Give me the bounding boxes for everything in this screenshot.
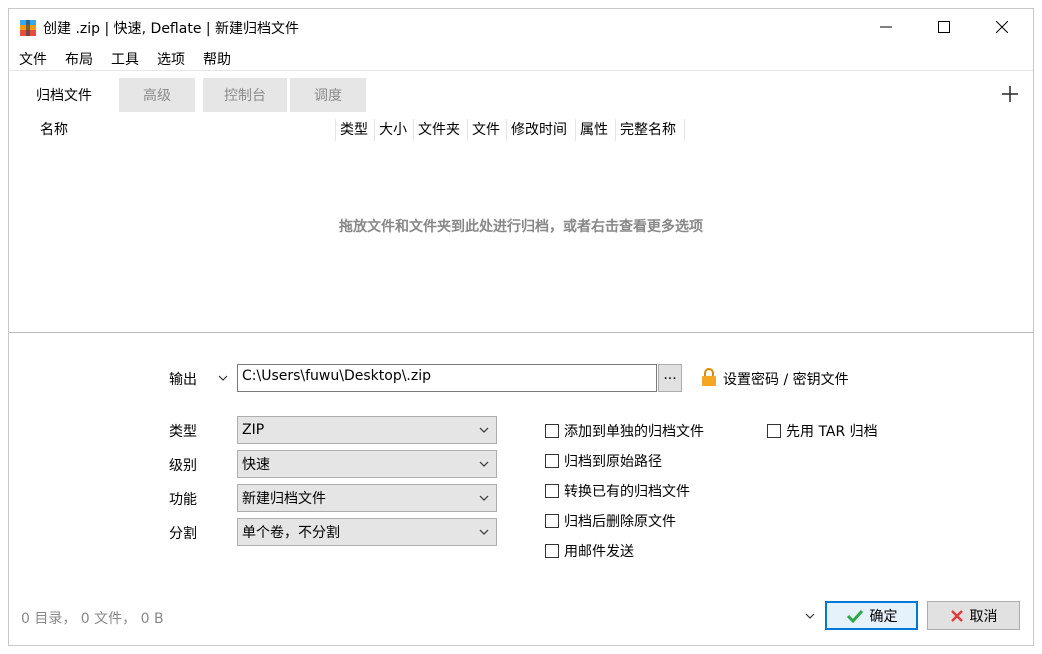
- checkbox-email[interactable]: 用邮件发送: [545, 541, 634, 561]
- checkbox-box[interactable]: [545, 424, 559, 438]
- chevron-down-icon: [479, 529, 489, 535]
- output-label: 输出: [169, 372, 197, 388]
- checkbox-label: 先用 TAR 归档: [786, 424, 878, 440]
- output-path-field[interactable]: C:\Users\fuwu\Desktop\.zip: [237, 364, 657, 392]
- tab-advanced[interactable]: 高级: [119, 78, 195, 112]
- chevron-down-icon: [479, 427, 489, 433]
- col-divider[interactable]: [467, 119, 468, 141]
- checkbox-label: 归档后删除原文件: [564, 514, 676, 530]
- menu-tools[interactable]: 工具: [101, 47, 147, 71]
- add-tab-icon[interactable]: [1000, 84, 1020, 104]
- maximize-icon: [938, 21, 950, 33]
- password-link[interactable]: 设置密码 / 密钥文件: [723, 369, 849, 389]
- checkbox-label: 转换已有的归档文件: [564, 484, 690, 500]
- minimize-button[interactable]: [857, 9, 915, 45]
- function-label: 功能: [169, 492, 197, 508]
- checkbox-label: 归档到原始路径: [564, 454, 662, 470]
- function-value: 新建归档文件: [242, 491, 326, 507]
- checkbox-box[interactable]: [545, 484, 559, 498]
- menu-divider: [9, 70, 1033, 71]
- col-divider[interactable]: [506, 119, 507, 141]
- window-title: 创建 .zip | 快速, Deflate | 新建归档文件: [43, 21, 300, 37]
- col-divider[interactable]: [615, 119, 616, 141]
- ok-options-dropdown-icon[interactable]: [805, 612, 815, 620]
- level-value: 快速: [242, 457, 270, 473]
- menu-options[interactable]: 选项: [147, 47, 193, 71]
- col-attributes[interactable]: 属性: [580, 119, 608, 141]
- col-size[interactable]: 大小: [379, 119, 407, 141]
- checkbox-box[interactable]: [545, 454, 559, 468]
- tab-console[interactable]: 控制台: [203, 78, 287, 112]
- close-icon: [996, 21, 1008, 33]
- type-value: ZIP: [242, 422, 265, 438]
- level-select[interactable]: 快速: [237, 450, 497, 478]
- menu-layout[interactable]: 布局: [55, 47, 101, 71]
- col-modified[interactable]: 修改时间: [511, 119, 567, 141]
- split-label: 分割: [169, 526, 197, 542]
- checkbox-label: 用邮件发送: [564, 544, 634, 560]
- type-label: 类型: [169, 424, 197, 440]
- drop-hint: 拖放文件和文件夹到此处进行归档，或者右击查看更多选项: [339, 219, 703, 235]
- cancel-button[interactable]: 取消: [927, 601, 1020, 630]
- pane-splitter[interactable]: [9, 332, 1033, 333]
- col-divider[interactable]: [575, 119, 576, 141]
- minimize-icon: [880, 26, 892, 28]
- checkmark-icon: [846, 609, 863, 623]
- checkbox-original-path[interactable]: 归档到原始路径: [545, 451, 662, 471]
- function-select[interactable]: 新建归档文件: [237, 484, 497, 512]
- col-divider[interactable]: [413, 119, 414, 141]
- output-dropdown-icon[interactable]: [218, 374, 228, 382]
- app-window: 创建 .zip | 快速, Deflate | 新建归档文件 文件 布局 工具 …: [8, 8, 1034, 646]
- maximize-button[interactable]: [915, 9, 973, 45]
- cross-icon: [950, 609, 963, 622]
- checkbox-convert-archives[interactable]: 转换已有的归档文件: [545, 481, 690, 501]
- level-label: 级别: [169, 458, 197, 474]
- cancel-label: 取消: [969, 608, 998, 625]
- split-value: 单个卷，不分割: [242, 525, 340, 541]
- checkbox-label: 添加到单独的归档文件: [564, 424, 704, 440]
- chevron-down-icon: [479, 495, 489, 501]
- lock-icon: [702, 368, 716, 386]
- menu-help[interactable]: 帮助: [193, 47, 239, 71]
- col-files[interactable]: 文件: [472, 119, 500, 141]
- col-type[interactable]: 类型: [340, 119, 368, 141]
- checkbox-tar-first[interactable]: 先用 TAR 归档: [767, 421, 878, 441]
- status-text: 0 目录， 0 文件， 0 B: [21, 611, 164, 627]
- browse-button[interactable]: ...: [658, 364, 682, 392]
- close-button[interactable]: [973, 9, 1031, 45]
- checkbox-separate-archives[interactable]: 添加到单独的归档文件: [545, 421, 704, 441]
- tab-archive[interactable]: 归档文件: [23, 78, 105, 112]
- col-divider[interactable]: [335, 119, 336, 141]
- chevron-down-icon: [479, 461, 489, 467]
- type-select[interactable]: ZIP: [237, 416, 497, 444]
- col-divider[interactable]: [374, 119, 375, 141]
- col-name[interactable]: 名称: [40, 119, 68, 141]
- menu-bar: 文件 布局 工具 选项 帮助: [9, 47, 239, 71]
- title-bar[interactable]: 创建 .zip | 快速, Deflate | 新建归档文件: [9, 9, 1033, 47]
- checkbox-box[interactable]: [545, 544, 559, 558]
- ok-label: 确定: [869, 608, 898, 625]
- col-fullname[interactable]: 完整名称: [620, 119, 676, 141]
- app-logo-icon: [20, 20, 36, 36]
- checkbox-box[interactable]: [545, 514, 559, 528]
- col-divider[interactable]: [684, 119, 685, 141]
- tab-schedule[interactable]: 调度: [290, 78, 366, 112]
- split-select[interactable]: 单个卷，不分割: [237, 518, 497, 546]
- col-folders[interactable]: 文件夹: [418, 119, 460, 141]
- menu-file[interactable]: 文件: [9, 47, 55, 71]
- checkbox-delete-after[interactable]: 归档后删除原文件: [545, 511, 676, 531]
- checkbox-box[interactable]: [767, 424, 781, 438]
- ok-button[interactable]: 确定: [825, 601, 918, 630]
